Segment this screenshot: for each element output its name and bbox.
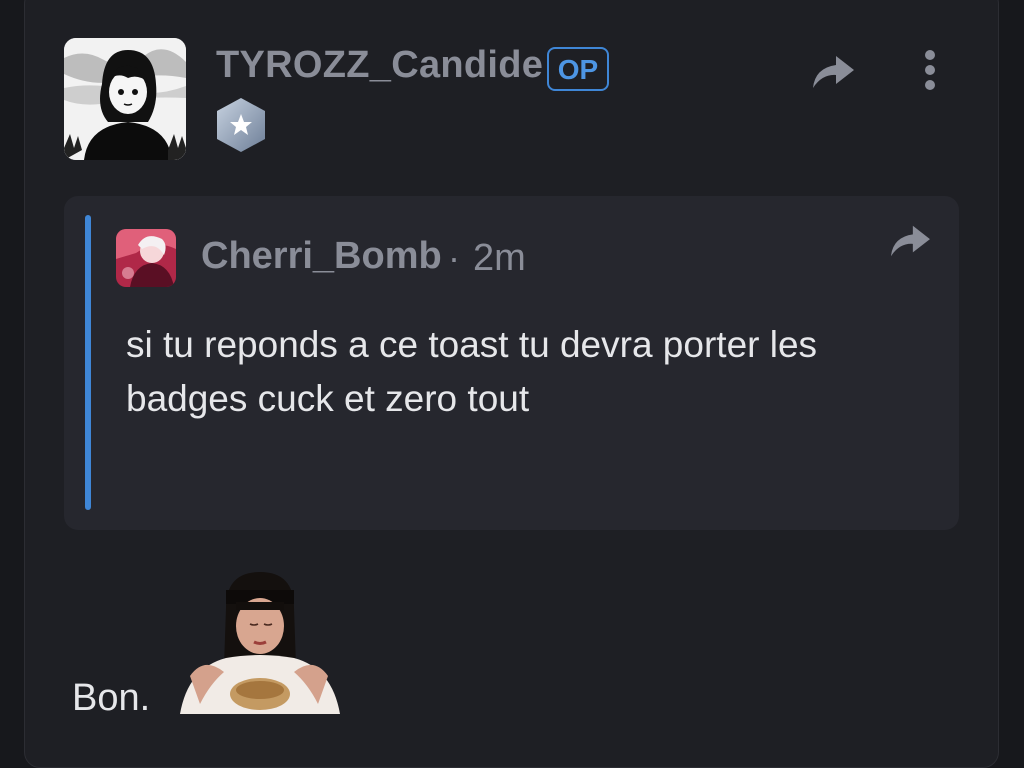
author-username[interactable]: TYROZZ_Candide bbox=[216, 44, 543, 87]
post-body-text: Bon. bbox=[72, 677, 151, 719]
op-badge: OP bbox=[547, 47, 609, 91]
quote-meta-separator: · bbox=[448, 237, 460, 278]
author-avatar[interactable] bbox=[64, 38, 186, 160]
quote-author-name[interactable]: Cherri_Bomb bbox=[201, 235, 442, 278]
quote-timestamp: 2m bbox=[473, 237, 526, 279]
quote-share-arrow-icon[interactable] bbox=[888, 222, 932, 260]
quote-author-avatar[interactable] bbox=[116, 229, 176, 287]
quote-body-text: si tu reponds a ce toast tu devra porter… bbox=[126, 324, 818, 419]
star-hexagon-badge-icon bbox=[214, 96, 268, 154]
sticker-image bbox=[170, 572, 348, 714]
quote-accent-bar bbox=[85, 215, 91, 510]
share-arrow-icon[interactable] bbox=[810, 52, 856, 92]
more-vertical-icon[interactable] bbox=[917, 48, 943, 92]
